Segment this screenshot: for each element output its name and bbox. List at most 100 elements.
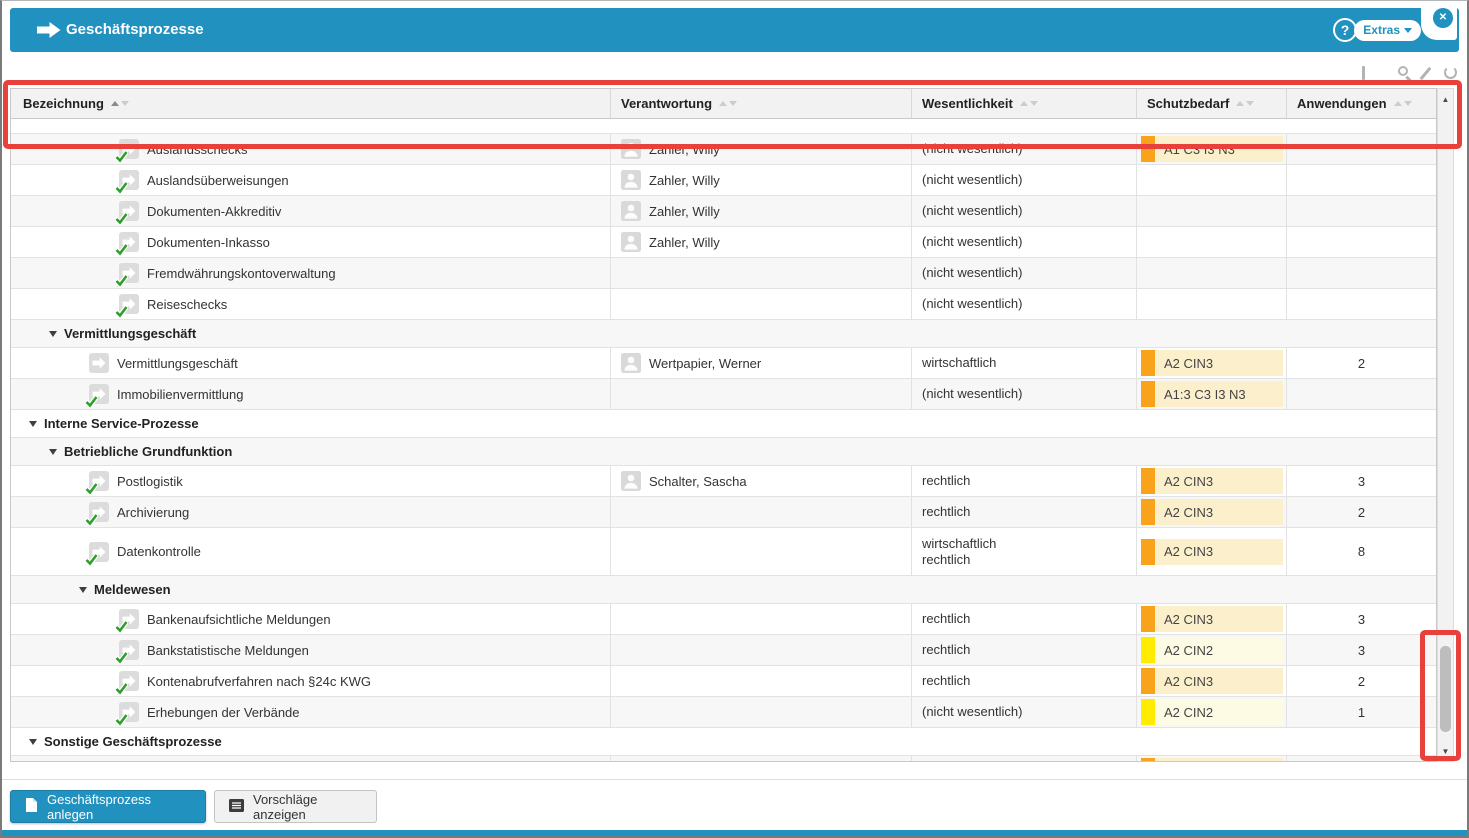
group-row[interactable]: Betriebliche Grundfunktion [11, 438, 1436, 466]
process-icon [119, 671, 139, 691]
chevron-down-icon [1404, 28, 1412, 33]
protection-badge: A2 CIN3 [1141, 539, 1283, 565]
protection-badge: A1:3 C3 I3 N3 [1141, 381, 1283, 407]
verantwortung-cell [611, 497, 912, 527]
collapse-arrow-icon[interactable] [49, 331, 57, 337]
anwendungen-cell [1287, 289, 1436, 319]
process-icon [89, 353, 109, 373]
collapse-arrow-icon[interactable] [29, 421, 37, 427]
document-icon [25, 797, 38, 816]
table-row[interactable]: g ( ) [11, 119, 1436, 134]
sort-icon [1394, 101, 1412, 106]
protection-level-block [1141, 499, 1155, 525]
anwendungen-cell [1287, 227, 1436, 257]
close-corner: ✕ [1421, 4, 1457, 40]
table-row[interactable]: VermittlungsgeschäftWertpapier, Wernerwi… [11, 348, 1436, 379]
title-bar: Geschäftsprozesse ? Extras ✕ [10, 8, 1459, 52]
table-row[interactable]: Reiseschecks(nicht wesentlich) [11, 289, 1436, 320]
process-icon [119, 640, 139, 660]
schutzbedarf-cell [1137, 756, 1287, 761]
show-suggestions-button[interactable]: Vorschläge anzeigen [214, 790, 377, 823]
schutzbedarf-cell: A2 CIN2 [1137, 697, 1287, 727]
schutzbedarf-cell [1137, 196, 1287, 226]
table-row[interactable]: Erhebungen der Verbände(nicht wesentlich… [11, 697, 1436, 728]
wesentlichkeit-cell: (nicht wesentlich) [912, 165, 1137, 195]
search-icon[interactable] [1398, 66, 1408, 76]
schutzbedarf-cell: A1 C3 I3 N3 [1137, 134, 1287, 164]
protection-label: A1 C3 I3 N3 [1155, 142, 1235, 157]
collapse-arrow-icon[interactable] [29, 739, 37, 745]
verantwortung-cell: Schalter, Sascha [611, 466, 912, 496]
wesentlichkeit-cell: rechtlich [912, 604, 1137, 634]
process-icon [89, 502, 109, 522]
anwendungen-cell [1287, 756, 1436, 761]
table-row[interactable]: Dokumenten-AkkreditivZahler, Willy(nicht… [11, 196, 1436, 227]
wesentlichkeit-cell: rechtlich [912, 666, 1137, 696]
group-cell: Meldewesen [11, 576, 1436, 603]
protection-label: A2 CIN3 [1155, 544, 1213, 559]
verantwortung-cell [611, 666, 912, 696]
table-row[interactable]: Bankenaufsichtliche MeldungenrechtlichA2… [11, 604, 1436, 635]
protection-level-block [1141, 381, 1155, 407]
group-row[interactable]: Meldewesen [11, 576, 1436, 604]
collapse-arrow-icon[interactable] [79, 587, 87, 593]
process-label: Bankstatistische Meldungen [147, 643, 309, 658]
bezeichnung-cell: Reiseschecks [11, 289, 611, 319]
create-process-label: Geschäftsprozess anlegen [47, 792, 191, 822]
table-row[interactable]: Auslandsüberweisungen Zahler, Willy(nicht… [11, 165, 1436, 196]
scroll-down-icon[interactable]: ▼ [1438, 747, 1453, 756]
wesentlichkeit-cell: wirtschaftlich rechtlich [912, 528, 1137, 575]
process-label: Auslandsüberweisungen [147, 173, 289, 188]
schutzbedarf-cell [1137, 165, 1287, 195]
column-header-wesentlichkeit[interactable]: Wesentlichkeit [912, 89, 1137, 118]
verantwortung-cell [611, 604, 912, 634]
person-icon [621, 139, 641, 159]
protection-badge: A2 CIN3 [1141, 499, 1283, 525]
table-row[interactable]: Datenkontrollewirtschaftlich rechtlichA2… [11, 528, 1436, 576]
schutzbedarf-cell: A2 CIN3 [1137, 666, 1287, 696]
scrollbar-thumb[interactable] [1440, 646, 1451, 732]
extras-button[interactable]: Extras [1354, 20, 1421, 41]
check-icon [85, 395, 98, 408]
column-label: Verantwortung [621, 96, 712, 111]
table-row[interactable]: PostlogistikSchalter, SascharechtlichA2 … [11, 466, 1436, 497]
sort-icon [1020, 101, 1038, 106]
group-row[interactable]: Sonstige Geschäftsprozesse [11, 728, 1436, 756]
schutzbedarf-cell [1137, 289, 1287, 319]
table-row[interactable]: Immobilienvermittlung(nicht wesentlich)A… [11, 379, 1436, 410]
info-icon[interactable] [1362, 66, 1365, 80]
verantwortung-cell: Zahler, Willy [611, 165, 912, 195]
close-button[interactable]: ✕ [1433, 8, 1453, 28]
column-label: Anwendungen [1297, 96, 1387, 111]
bezeichnung-cell: Vermittlungsgeschäft [11, 348, 611, 378]
table-row[interactable]: Dokumenten-InkassoZahler, Willy(nicht we… [11, 227, 1436, 258]
sort-icon [719, 101, 737, 106]
process-label: Erhebungen der Verbände [147, 705, 300, 720]
collapse-arrow-icon[interactable] [49, 449, 57, 455]
verantwortung-cell [611, 289, 912, 319]
table-row[interactable]: AuslandsschecksZahler, Willy(nicht wesen… [11, 134, 1436, 165]
anwendungen-cell: 2 [1287, 666, 1436, 696]
table-row[interactable] [11, 756, 1436, 761]
table-row[interactable]: ArchivierungrechtlichA2 CIN32 [11, 497, 1436, 528]
column-header-schutzbedarf[interactable]: Schutzbedarf [1137, 89, 1287, 118]
group-row[interactable]: Vermittlungsgeschäft [11, 320, 1436, 348]
column-header-bezeichnung[interactable]: Bezeichnung [11, 89, 611, 118]
table-row[interactable]: Fremdwährungskontoverwaltung(nicht wesen… [11, 258, 1436, 289]
refresh-icon[interactable] [1444, 66, 1457, 79]
check-icon [115, 181, 128, 194]
column-header-verantwortung[interactable]: Verantwortung [611, 89, 912, 118]
table-row[interactable]: Kontenabrufverfahren nach §24c KWGrechtl… [11, 666, 1436, 697]
vertical-scrollbar[interactable]: ▲ ▼ [1437, 88, 1454, 762]
process-label: Vermittlungsgeschäft [117, 356, 238, 371]
column-header-anwendungen[interactable]: Anwendungen [1287, 89, 1436, 118]
scroll-up-icon[interactable]: ▲ [1438, 95, 1453, 104]
column-label: Wesentlichkeit [922, 96, 1013, 111]
edit-icon[interactable] [1420, 67, 1432, 80]
group-row[interactable]: Interne Service-Prozesse [11, 410, 1436, 438]
table-row[interactable]: Bankstatistische MeldungenrechtlichA2 CI… [11, 635, 1436, 666]
process-label: Archivierung [117, 505, 189, 520]
protection-badge: A2 CIN3 [1141, 350, 1283, 376]
process-icon [119, 609, 139, 629]
create-process-button[interactable]: Geschäftsprozess anlegen [10, 790, 206, 823]
